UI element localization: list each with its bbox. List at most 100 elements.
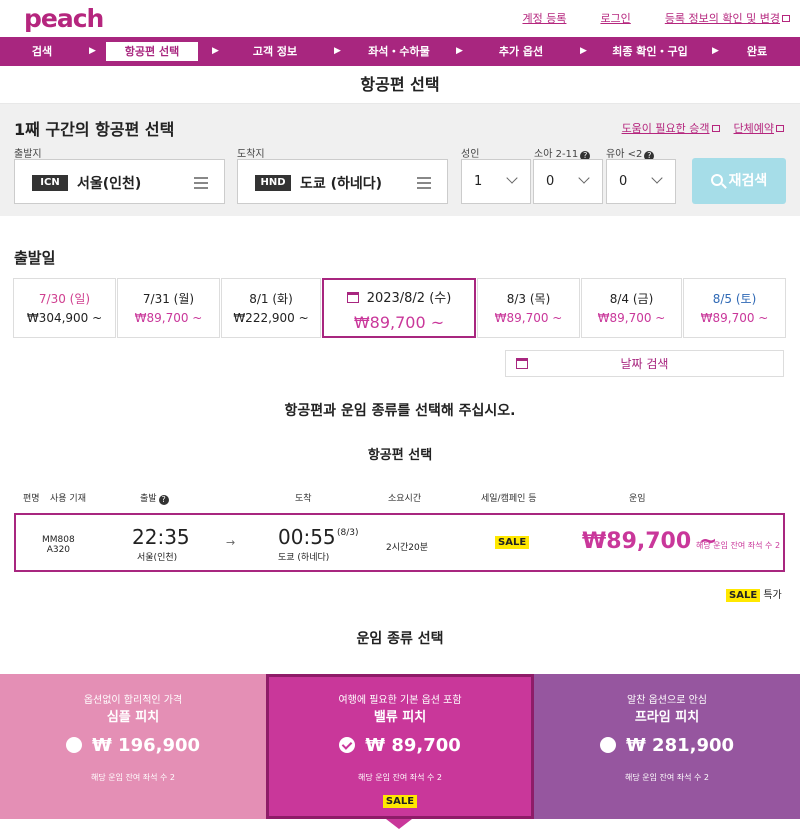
destination-code: HND <box>255 175 291 191</box>
date-card[interactable]: 8/1 (화) ₩222,900 ~ <box>221 278 321 338</box>
segment-title: 1째 구간의 항공편 선택 <box>14 120 175 139</box>
fare-card-prime-peach[interactable]: 알찬 옵션으로 안심 프라임 피치 ₩ 281,900 해당 운임 잔여 좌석 … <box>534 674 800 819</box>
search-icon <box>710 174 723 186</box>
duration: 2시간20분 <box>386 543 429 553</box>
origin-name: 서울(인천) <box>77 176 142 192</box>
child-select[interactable]: 0 <box>533 159 603 204</box>
assistance-link[interactable]: 도움이 필요한 승객 <box>622 122 710 135</box>
adult-value: 1 <box>474 174 483 189</box>
date-price: ₩89,700 ~ <box>353 313 445 332</box>
login-link[interactable]: 로그인 <box>600 10 630 26</box>
step-arrow-icon: ▶ <box>89 46 96 56</box>
research-button[interactable]: 재검색 <box>692 158 786 204</box>
destination-name: 도쿄 (하네다) <box>300 176 383 192</box>
date-card[interactable]: 8/3 (목) ₩89,700 ~ <box>477 278 580 338</box>
external-link-icon <box>711 125 720 132</box>
fare-name: 프라임 피치 <box>634 710 700 725</box>
radio-icon[interactable] <box>599 737 616 753</box>
step-options: 추가 옵션 <box>498 45 544 58</box>
date-search-button[interactable]: 날짜 검색 <box>505 350 784 377</box>
date-price: ₩304,900 ~ <box>26 311 103 325</box>
sale-legend: SALE 특가 <box>726 586 782 602</box>
date-price: ₩222,900 ~ <box>233 311 309 325</box>
child-value: 0 <box>546 174 555 189</box>
fare-card-value-peach[interactable]: 여행에 필요한 기본 옵션 포함 밸류 피치 ₩ 89,700 해당 운임 잔여… <box>266 674 534 819</box>
date-card[interactable]: 8/4 (금) ₩89,700 ~ <box>581 278 682 338</box>
register-link[interactable]: 계정 등록 <box>522 10 566 26</box>
arrival-day: (8/3) <box>337 528 359 538</box>
date-price: ₩89,700 ~ <box>700 311 769 325</box>
seats-remaining: 해당 운임 잔여 좌석 수 2 <box>696 541 781 550</box>
date-label: 2023/8/2 (수) <box>324 287 474 306</box>
date-label: 8/3 (목) <box>506 292 551 306</box>
check-icon[interactable] <box>339 737 356 753</box>
departure-time: 22:35 <box>132 525 190 549</box>
col-flight-no: 편명 <box>23 494 40 504</box>
legend-text: 특가 <box>763 590 782 601</box>
sale-badge: SALE <box>382 795 418 808</box>
date-label: 7/31 (월) <box>142 292 195 306</box>
chevron-down-icon <box>578 172 590 184</box>
peach-logo[interactable]: peach <box>24 4 104 33</box>
fare-price: ₩ 89,700 <box>269 735 531 756</box>
adult-select[interactable]: 1 <box>461 159 531 204</box>
adult-label: 성인 <box>461 149 480 160</box>
step-search: 검색 <box>31 45 53 58</box>
step-arrow-icon: ▶ <box>712 46 719 56</box>
account-links: 계정 등록 로그인 등록 정보의 확인 및 변경 <box>522 10 790 26</box>
step-arrow-icon: ▶ <box>580 46 587 56</box>
origin-code: ICN <box>32 175 68 191</box>
external-link-icon <box>782 15 790 22</box>
fare-price: ₩ 196,900 <box>0 735 266 756</box>
fare-subtitle: 알찬 옵션으로 안심 <box>627 695 707 706</box>
date-price: ₩89,700 ~ <box>597 311 666 325</box>
step-seat-baggage: 좌석・수하물 <box>368 45 430 58</box>
chevron-down-icon <box>651 172 663 184</box>
date-price: ₩89,700 ~ <box>494 311 563 325</box>
list-icon <box>194 177 208 192</box>
col-duration: 소요시간 <box>388 494 422 504</box>
origin-field[interactable]: ICN 서울(인천) <box>14 159 225 204</box>
progress-steps: 검색 ▶ 항공편 선택 ▶ 고객 정보 ▶ 좌석・수하물 ▶ 추가 옵션 ▶ 최… <box>0 37 800 66</box>
fare-name: 밸류 피치 <box>373 710 427 725</box>
col-sale: 세일/캠페인 등 <box>481 494 537 504</box>
instruction-text: 항공편과 운임 종류를 선택해 주십시오. <box>284 403 516 419</box>
date-card[interactable]: 8/5 (토) ₩89,700 ~ <box>683 278 786 338</box>
help-links: 도움이 필요한 승객 단체예약 <box>622 120 784 136</box>
date-label: 8/1 (화) <box>249 292 293 306</box>
fare-seats: 해당 운임 잔여 좌석 수 2 <box>357 773 443 782</box>
infant-value: 0 <box>619 174 628 189</box>
fare-sale: SALE <box>269 789 531 808</box>
date-card[interactable]: 7/30 (일) ₩304,900 ~ <box>13 278 116 338</box>
date-price: ₩89,700 ~ <box>134 311 203 325</box>
flight-info: MM808 A320 <box>42 535 75 555</box>
chevron-down-icon <box>506 172 518 184</box>
fare-type-title: 운임 종류 선택 <box>356 631 444 647</box>
sale-badge: SALE <box>726 589 761 602</box>
arrow-icon: → <box>226 536 236 549</box>
departure-place: 서울(인천) <box>137 553 178 563</box>
fare-subtitle: 여행에 필요한 기본 옵션 포함 <box>338 695 462 706</box>
date-card-selected[interactable]: 2023/8/2 (수) ₩89,700 ~ <box>322 278 476 338</box>
fare-subtitle: 옵션없이 합리적인 가격 <box>83 695 183 706</box>
date-card[interactable]: 7/31 (월) ₩89,700 ~ <box>117 278 220 338</box>
date-label: 7/30 (일) <box>38 292 91 306</box>
flight-row[interactable]: MM808 A320 22:35 서울(인천) → 00:55 (8/3) 도쿄 … <box>14 513 785 572</box>
radio-icon[interactable] <box>65 737 82 753</box>
group-booking-link[interactable]: 단체예약 <box>734 122 774 135</box>
fare-seats: 해당 운임 잔여 좌석 수 2 <box>624 773 710 782</box>
fare-card-simple-peach[interactable]: 옵션없이 합리적인 가격 심플 피치 ₩ 196,900 해당 운임 잔여 좌석… <box>0 674 266 819</box>
help-icon[interactable]: ? <box>158 495 169 505</box>
flight-select-title: 항공편 선택 <box>367 448 433 463</box>
col-fare: 운임 <box>629 494 646 504</box>
calendar-icon <box>346 292 359 303</box>
calendar-icon <box>516 358 528 369</box>
step-arrow-icon: ▶ <box>456 46 463 56</box>
arrival-time: 00:55 <box>278 525 336 549</box>
check-registration-link[interactable]: 등록 정보의 확인 및 변경 <box>665 12 780 25</box>
top-header: peach 계정 등록 로그인 등록 정보의 확인 및 변경 <box>0 0 800 36</box>
step-flight-select: 항공편 선택 <box>106 42 198 61</box>
infant-select[interactable]: 0 <box>606 159 676 204</box>
selection-pointer-icon <box>386 819 412 829</box>
destination-field[interactable]: HND 도쿄 (하네다) <box>237 159 448 204</box>
